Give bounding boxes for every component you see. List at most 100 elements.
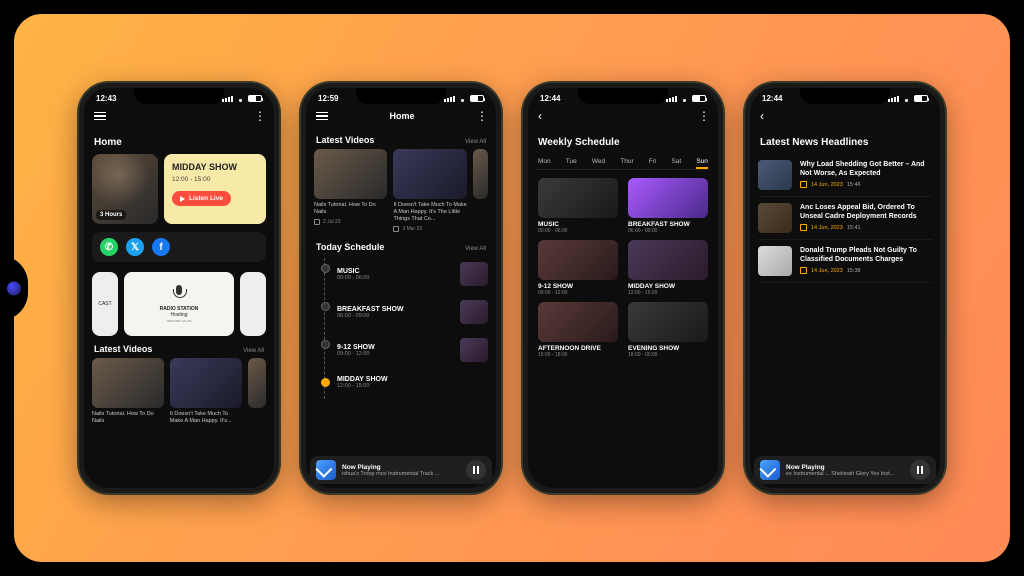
video-thumb: [473, 149, 488, 199]
show-cell[interactable]: AFTERNOON DRIVE15:00 - 18:00: [538, 302, 618, 358]
video-title: It Doesn't Take Much To Make A Man Happy…: [170, 411, 242, 425]
video-thumb: [314, 149, 387, 199]
page-title: Home: [94, 137, 264, 148]
news-thumb: [758, 203, 792, 233]
more-icon[interactable]: ⋮: [698, 109, 708, 123]
video-card[interactable]: Nails Tutorial. How To Do Nails: [92, 358, 164, 425]
schedule-list: MUSIC00:00 - 06:00 BREAKFAST SHOW06:00 -…: [324, 258, 488, 399]
menu-icon[interactable]: [316, 112, 328, 121]
view-all-link[interactable]: View All: [465, 139, 486, 145]
pause-button[interactable]: [910, 460, 930, 480]
station-card-left[interactable]: CAST: [92, 272, 118, 336]
app-topbar: ‹: [750, 107, 940, 131]
video-thumb: [393, 149, 466, 199]
show-name: EVENING SHOW: [628, 345, 708, 352]
schedule-thumb: [460, 262, 488, 286]
schedule-item[interactable]: 9-12 SHOW09:00 - 12:00: [337, 334, 488, 372]
day-tab[interactable]: Fri: [649, 158, 657, 165]
app-topbar: Home ⋮: [306, 107, 496, 131]
day-tab[interactable]: Thur: [620, 158, 633, 165]
now-playing-track: ishua's Troop mov Instrumental Track ...: [342, 471, 460, 477]
show-time: 15:00 - 18:00: [538, 352, 618, 358]
weekly-grid: MUSIC00:00 - 06:00 BREAKFAST SHOW06:00 -…: [536, 170, 710, 366]
show-time: 12:00 - 15:00: [172, 176, 258, 183]
now-playing-bar[interactable]: Now Playing ishua's Troop mov Instrument…: [310, 456, 492, 484]
signal-icon: [222, 96, 233, 102]
day-tab-selected[interactable]: Sun: [696, 158, 708, 165]
video-card[interactable]: [473, 149, 488, 232]
facebook-icon[interactable]: f: [152, 238, 170, 256]
menu-icon[interactable]: [94, 112, 106, 121]
signal-icon: [444, 96, 455, 102]
show-cell[interactable]: BREAKFAST SHOW06:00 - 09:00: [628, 178, 708, 234]
back-icon[interactable]: ‹: [538, 109, 542, 123]
phone-notch: [134, 88, 224, 104]
more-icon[interactable]: ⋮: [254, 109, 264, 123]
day-tab[interactable]: Sat: [671, 158, 681, 165]
view-all-link[interactable]: View All: [243, 348, 264, 354]
show-cell[interactable]: MUSIC00:00 - 06:00: [538, 178, 618, 234]
show-thumb: [538, 240, 618, 280]
news-date: 14 Jun, 2023: [811, 225, 843, 231]
twitter-icon[interactable]: 𝕏: [126, 238, 144, 256]
video-card[interactable]: It Doesn't Take Much To Make A Man Happy…: [393, 149, 466, 232]
more-icon[interactable]: ⋮: [476, 109, 486, 123]
station-card-center[interactable]: RADIO STATION Hosting famcast.co.za: [124, 272, 234, 336]
video-thumb: [248, 358, 266, 408]
phone-notch: [800, 88, 890, 104]
signal-icon: [666, 96, 677, 102]
latest-videos-header: Latest Videos: [94, 344, 152, 354]
video-title: Nails Tutorial. How To Do Nails: [314, 202, 387, 216]
view-all-link[interactable]: View All: [465, 246, 486, 252]
video-card[interactable]: It Doesn't Take Much To Make A Man Happy…: [170, 358, 242, 425]
news-item[interactable]: Anc Loses Appeal Bid, Ordered To Unseal …: [758, 197, 932, 240]
hero-image[interactable]: 3 Hours: [92, 154, 158, 224]
show-time: 06:00 - 09:00: [628, 228, 708, 234]
calendar-icon: [800, 181, 807, 188]
news-title: Anc Loses Appeal Bid, Ordered To Unseal …: [800, 203, 932, 221]
news-date: 14 Jun, 2023: [811, 182, 843, 188]
pause-button[interactable]: [466, 460, 486, 480]
schedule-time: 06:00 - 09:00: [337, 313, 404, 319]
show-cell[interactable]: MIDDAY SHOW12:00 - 15:00: [628, 240, 708, 296]
station-cards[interactable]: CAST RADIO STATION Hosting famcast.co.za: [92, 272, 266, 336]
phone-schedule: 12:59 Home ⋮ Latest Videos View All Nail…: [301, 83, 501, 493]
whatsapp-icon[interactable]: ✆: [100, 238, 118, 256]
show-cell[interactable]: EVENING SHOW18:00 - 00:00: [628, 302, 708, 358]
news-item[interactable]: Donald Trump Pleads Not Guilty To Classi…: [758, 240, 932, 283]
day-tab[interactable]: Mon: [538, 158, 551, 165]
show-thumb: [538, 178, 618, 218]
schedule-name: MIDDAY SHOW: [337, 376, 388, 383]
show-thumb: [628, 240, 708, 280]
track-art-icon: [760, 460, 780, 480]
day-tab[interactable]: Wed: [592, 158, 605, 165]
wifi-icon: [458, 95, 467, 102]
back-icon[interactable]: ‹: [760, 109, 764, 123]
show-thumb: [538, 302, 618, 342]
station-card-right[interactable]: [240, 272, 266, 336]
tablet-frame: 12:43 ⋮ Home 3 Hours MIDDAY SHOW 12:00 -…: [0, 0, 1024, 576]
calendar-icon: [314, 219, 320, 225]
schedule-time: 09:00 - 12:00: [337, 351, 375, 357]
listen-live-button[interactable]: Listen Live: [172, 191, 231, 206]
day-tab[interactable]: Tue: [566, 158, 577, 165]
video-thumb: [170, 358, 242, 408]
show-cell[interactable]: 9-12 SHOW09:00 - 12:00: [538, 240, 618, 296]
video-card[interactable]: Nails Tutorial. How To Do Nails 2 Jul 23: [314, 149, 387, 232]
video-card[interactable]: [248, 358, 266, 425]
videos-row[interactable]: Nails Tutorial. How To Do Nails It Doesn…: [92, 358, 266, 425]
wifi-icon: [236, 95, 245, 102]
calendar-icon: [800, 267, 807, 274]
news-item[interactable]: Why Load Shedding Got Better – And Not W…: [758, 154, 932, 197]
now-playing-label: Now Playing: [786, 464, 904, 471]
phone-notch: [578, 88, 668, 104]
page-title: Home: [389, 111, 414, 121]
schedule-name: BREAKFAST SHOW: [337, 306, 404, 313]
videos-row[interactable]: Nails Tutorial. How To Do Nails 2 Jul 23…: [314, 149, 488, 232]
schedule-item[interactable]: BREAKFAST SHOW06:00 - 09:00: [337, 296, 488, 334]
schedule-item[interactable]: MUSIC00:00 - 06:00: [337, 258, 488, 296]
schedule-item-active[interactable]: MIDDAY SHOW12:00 - 15:00: [337, 372, 488, 399]
status-time: 12:44: [540, 94, 560, 103]
hero-card: MIDDAY SHOW 12:00 - 15:00 Listen Live: [164, 154, 266, 224]
now-playing-bar[interactable]: Now Playing es Instrumental ... Shekinah…: [754, 456, 936, 484]
